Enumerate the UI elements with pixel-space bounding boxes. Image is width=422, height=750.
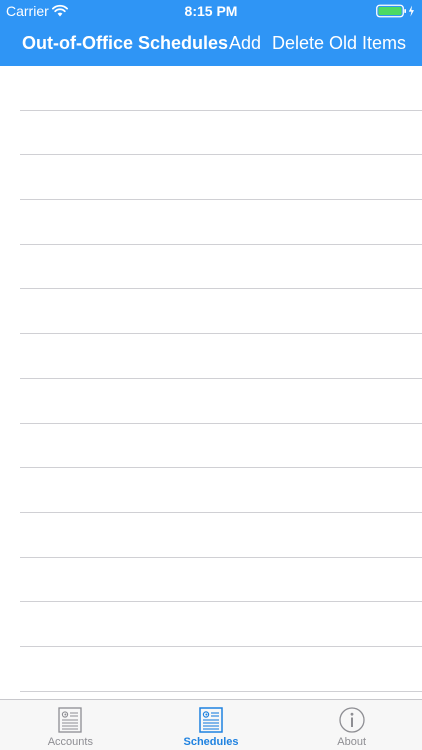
table-row[interactable] <box>0 334 422 379</box>
app-screen: Carrier 8:15 PM Out-of-Office Schedules … <box>0 0 422 750</box>
tab-schedules-label: Schedules <box>183 736 239 748</box>
table-row[interactable] <box>0 200 422 245</box>
table-row[interactable] <box>0 155 422 200</box>
tab-about[interactable]: About <box>281 700 422 750</box>
table-row[interactable] <box>0 513 422 558</box>
table-row[interactable] <box>0 424 422 469</box>
page-title: Out-of-Office Schedules <box>22 33 229 53</box>
tab-schedules[interactable]: Schedules <box>141 700 282 750</box>
table-row[interactable] <box>0 468 422 513</box>
schedules-icon <box>199 707 223 733</box>
table-row[interactable] <box>0 66 422 111</box>
table-row[interactable] <box>0 111 422 156</box>
navigation-bar: Out-of-Office Schedules Add Delete Old I… <box>0 22 422 66</box>
battery-icon <box>376 4 414 18</box>
accounts-icon <box>58 707 82 733</box>
info-icon <box>339 707 365 733</box>
add-button[interactable]: Add <box>229 33 261 54</box>
tab-about-label: About <box>337 736 367 748</box>
status-bar: Carrier 8:15 PM <box>0 0 422 22</box>
tab-accounts[interactable]: Accounts <box>0 700 141 750</box>
table-row[interactable] <box>0 245 422 290</box>
table-row[interactable] <box>0 647 422 692</box>
tab-bar: Accounts Schedules About <box>0 699 422 750</box>
tab-accounts-label: Accounts <box>47 736 93 748</box>
table-row[interactable] <box>0 602 422 647</box>
status-time: 8:15 PM <box>184 3 238 19</box>
table-row[interactable] <box>0 558 422 603</box>
schedules-table[interactable] <box>0 66 422 699</box>
table-row[interactable] <box>0 692 422 699</box>
table-row[interactable] <box>0 289 422 334</box>
header: Carrier 8:15 PM Out-of-Office Schedules … <box>0 0 422 66</box>
delete-old-items-button[interactable]: Delete Old Items <box>272 33 406 54</box>
table-row[interactable] <box>0 379 422 424</box>
